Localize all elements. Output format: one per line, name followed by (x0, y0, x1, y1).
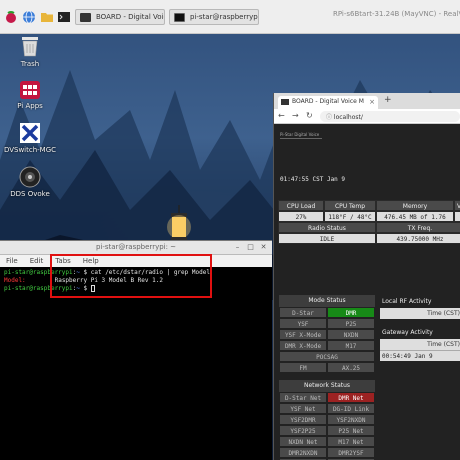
gateway-title: Gateway Activity (382, 329, 433, 336)
favicon-icon (281, 99, 289, 105)
info-icon: ⓘ (326, 114, 334, 121)
status-cell: M17 Net (327, 436, 375, 447)
status-cell: FM (279, 362, 327, 373)
status-cell: YSF2NXDN (327, 414, 375, 425)
status-cell: DMR2YSF (327, 447, 375, 458)
dvswitch-icon (20, 123, 40, 143)
header-memory: Memory (376, 200, 454, 211)
header-radio-status: Radio Status (278, 222, 376, 233)
pi-apps-icon (20, 81, 40, 99)
navigation-bar: ← → ↻ ⓘ localhost/ (274, 109, 460, 124)
status-cell: DMR (327, 307, 375, 318)
lantern-image (167, 205, 191, 241)
taskbar-task-browser[interactable]: BOARD - Digital Voic (75, 9, 165, 25)
header-truncated: V (454, 200, 460, 211)
trash-icon (22, 37, 38, 57)
browser-launcher-icon[interactable] (22, 10, 36, 24)
desktop-icon-pi-apps[interactable]: Pi Apps (0, 78, 60, 110)
desktop-icon-label: Trash (20, 60, 40, 68)
value-cpu-temp: 118°F / 48°C (324, 211, 376, 222)
desktop-icon-label: Pi Apps (17, 102, 43, 110)
value-truncated (454, 211, 460, 222)
status-cell: P25 (327, 318, 375, 329)
pistar-dashboard: Pi-Star Digital Voice 01:47:55 CST Jan 9… (274, 124, 460, 460)
gateway-time-value: 00:54:49 Jan 9 (380, 350, 460, 361)
browser-window[interactable]: BOARD - Digital Voice M × + ← → ↻ ⓘ loca… (273, 93, 460, 460)
close-icon[interactable]: ✕ (259, 243, 268, 252)
tab-close-icon[interactable]: × (369, 98, 375, 106)
status-cell: YSF2DMR (279, 414, 327, 425)
status-cell: D-Star (279, 307, 327, 318)
value-tx-freq: 439.75000 MHz (376, 233, 460, 244)
annotation-highlight-box (50, 254, 212, 298)
status-cell: NXDN (327, 329, 375, 340)
url-text: localhost/ (333, 114, 363, 121)
status-cell: M17 (327, 340, 375, 351)
mode-status-title: Mode Status (279, 295, 375, 307)
taskbar-task-terminal[interactable]: pi-star@raspberrypi: (169, 9, 259, 25)
status-cell: YSF2P25 (279, 425, 327, 436)
new-tab-icon[interactable]: + (384, 95, 392, 105)
network-status-grid: D-Star Net DMR Net YSF Net DG-ID Link YSF2DM… (279, 392, 375, 460)
status-cell: YSF (279, 318, 327, 329)
status-cell: YSF X-Mode (279, 329, 327, 340)
network-status-title: Network Status (279, 380, 375, 392)
desktop-icon-dvswitch[interactable]: DVSwitch-MGC (0, 122, 60, 154)
terminal-launcher-icon[interactable] (57, 10, 71, 24)
menu-edit[interactable]: Edit (30, 257, 44, 265)
vnc-window-title: RPi-s6Btart-31.24B (MayVNC) - RealVNC (333, 10, 460, 18)
speaker-icon (19, 166, 41, 188)
local-rf-title: Local RF Activity (382, 298, 432, 305)
local-rf-time-header: Time (CST) (380, 308, 460, 319)
file-manager-icon[interactable] (40, 10, 54, 24)
back-icon[interactable]: ← (278, 111, 285, 120)
status-cell: D-Star Net (279, 392, 327, 403)
top-panel: BOARD - Digital Voic pi-star@raspberrypi… (0, 0, 460, 34)
pistar-logo: Pi-Star Digital Voice (280, 132, 320, 137)
task-label: pi-star@raspberrypi: (190, 13, 259, 21)
value-cpu-load: 27% (278, 211, 324, 222)
forward-icon[interactable]: → (292, 111, 299, 120)
gateway-time-header: Time (CST) (380, 339, 460, 350)
task-label: BOARD - Digital Voic (96, 13, 165, 21)
system-info-table: CPU Load CPU Temp Memory V 27% 118°F / 4… (278, 200, 460, 244)
logo-underline (280, 138, 322, 139)
desktop-icon-label: DDS Ovoke (10, 190, 50, 198)
status-cell: P25 Net (327, 425, 375, 436)
header-cpu-load: CPU Load (278, 200, 324, 211)
status-cell: DMR Net (327, 392, 375, 403)
tab-pistar[interactable]: BOARD - Digital Voice M × (278, 96, 378, 109)
status-cell: YSF Net (279, 403, 327, 414)
value-radio-status: IDLE (278, 233, 376, 244)
address-bar[interactable]: ⓘ localhost/ (320, 111, 460, 122)
activity-column: Local RF Activity Time (CST) Gateway Act… (380, 296, 460, 361)
menu-file[interactable]: File (6, 257, 18, 265)
status-cell: DMR X-Mode (279, 340, 327, 351)
raspberry-menu-icon[interactable] (4, 10, 18, 24)
header-cpu-temp: CPU Temp (324, 200, 376, 211)
status-cell: AX.25 (327, 362, 375, 373)
status-cell: NXDN Net (279, 436, 327, 447)
status-cell: DG-ID Link (327, 403, 375, 414)
terminal-titlebar[interactable]: pi-star@raspberrypi: ~ – □ ✕ (0, 241, 272, 255)
header-tx-freq: TX Freq. (376, 222, 460, 233)
status-cell: DMR2NXDN (279, 447, 327, 458)
mode-status-grid: D-Star DMR YSF P25 YSF X-Mode NXDN DMR X-Mode M… (279, 307, 375, 373)
board-icon (80, 13, 91, 22)
desktop-icon-label: DVSwitch-MGC (3, 146, 57, 154)
value-memory: 476.45 MB of 1.76 (376, 211, 454, 222)
terminal-title: pi-star@raspberrypi: ~ (95, 243, 177, 251)
minimize-icon[interactable]: – (233, 243, 242, 252)
dashboard-clock: 01:47:55 CST Jan 9 (280, 176, 346, 183)
tab-bar: BOARD - Digital Voice M × + (274, 93, 460, 109)
desktop-icon-trash[interactable]: Trash (0, 34, 60, 68)
tab-title: BOARD - Digital Voice M (292, 98, 364, 105)
desktop-icon-dds[interactable]: DDS Ovoke (0, 166, 60, 198)
reload-icon[interactable]: ↻ (306, 111, 313, 120)
maximize-icon[interactable]: □ (246, 243, 255, 252)
status-cell: POCSAG (279, 351, 375, 362)
terminal-icon (174, 13, 185, 22)
